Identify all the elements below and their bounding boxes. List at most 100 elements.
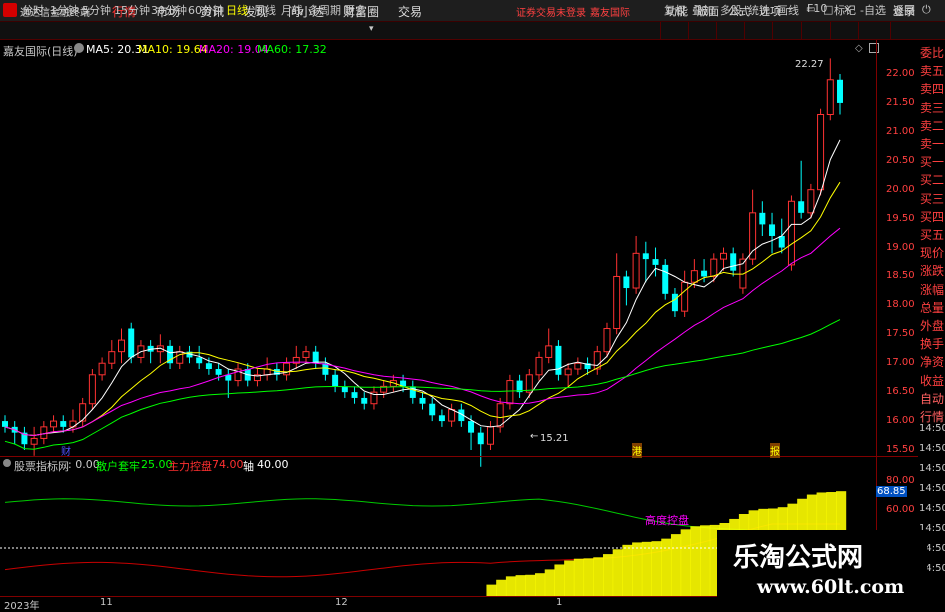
candle-body — [419, 397, 426, 404]
candle-body — [477, 432, 484, 445]
candle-body — [98, 362, 106, 376]
control-bar — [690, 526, 701, 596]
tick-time: 14:50 — [919, 443, 945, 454]
candle-body — [730, 253, 737, 271]
control-bar — [700, 525, 711, 596]
tick-time: 14:50 — [919, 503, 945, 514]
candle-body — [787, 200, 795, 266]
candle-body — [30, 437, 38, 445]
candle-body — [719, 252, 727, 260]
control-bar — [593, 557, 604, 596]
period-30min[interactable]: 30分钟 — [151, 2, 187, 18]
period-15min[interactable]: 15分钟 — [114, 2, 150, 18]
tool-overlay[interactable]: 叠加 — [692, 2, 714, 18]
toolbar-divider — [858, 22, 859, 39]
event-marker-finance[interactable]: 财 — [61, 443, 71, 458]
price-tick: 16.50 — [886, 386, 915, 398]
control-bar — [602, 554, 614, 596]
period-5min[interactable]: 5分钟 — [82, 2, 111, 18]
period-toolbar — [0, 22, 945, 40]
toolbar-divider — [830, 22, 831, 39]
tool-remove-watchlist[interactable]: -自选 — [860, 2, 886, 18]
app-logo-icon — [3, 3, 17, 17]
candle-body — [623, 276, 630, 289]
quote-label: 外盘 — [920, 319, 945, 333]
tool-adjust[interactable]: 复权 — [664, 2, 686, 18]
candle-body — [769, 224, 776, 236]
quote-label: 换手 — [920, 337, 945, 352]
toolbar-divider — [744, 22, 745, 39]
indicator-name: 股票指标网 — [14, 460, 69, 473]
candle-body — [50, 420, 58, 428]
quote-label: 现价 — [920, 246, 945, 261]
quote-label: 涨跌 — [920, 264, 945, 279]
event-marker-report[interactable]: 报 — [770, 443, 780, 458]
high-price-label: 22.27 — [795, 59, 824, 70]
period-weekly[interactable]: 周线 — [254, 2, 276, 18]
control-bar — [505, 576, 517, 596]
price-tick: 17.00 — [886, 357, 915, 369]
toolbar-divider — [772, 22, 773, 39]
quote-label: 收益 — [920, 373, 945, 388]
quote-label: 总量 — [920, 300, 945, 315]
control-bar — [525, 574, 536, 596]
candle-body — [749, 212, 757, 260]
candle-body — [817, 113, 825, 191]
candle-body — [429, 403, 436, 416]
axis-label: 轴 — [243, 460, 254, 473]
arrow-left-icon: ← — [530, 431, 539, 442]
control-bar — [680, 529, 691, 596]
tool-back[interactable]: 返回 — [893, 2, 915, 18]
tool-draw-line[interactable]: 画线 — [777, 2, 799, 18]
price-tick: 20.50 — [886, 154, 915, 166]
quote-label: 净资 — [920, 355, 945, 370]
quote-label: 买一 — [920, 155, 945, 170]
price-tick: 18.50 — [886, 270, 915, 282]
login-notice[interactable]: 证券交易未登录 — [516, 4, 586, 19]
period-multi[interactable]: 多周期 — [308, 2, 341, 18]
candle-body — [837, 79, 843, 103]
tick-time: 14:50 — [919, 463, 945, 474]
menu-trade[interactable]: 交易 — [398, 3, 422, 20]
tool-multi-stock[interactable]: 多股 — [720, 2, 742, 18]
chart-area — [0, 58, 876, 596]
event-marker-hk[interactable]: 港 — [632, 443, 642, 458]
period-1min[interactable]: 1分钟 — [50, 2, 79, 18]
price-tick: 22.00 — [886, 68, 915, 79]
price-tick: 15.50 — [886, 444, 915, 455]
quote-label: 买三 — [920, 191, 945, 206]
indicator-value0: : 0.00 — [68, 458, 100, 471]
tool-statistics[interactable]: 统计 — [748, 2, 770, 18]
date-label: 1 — [556, 597, 563, 608]
price-tick: 16.00 — [886, 415, 915, 427]
candle-body — [448, 409, 456, 422]
candle-body — [176, 351, 184, 364]
indicator-current-value: 68.85 — [876, 486, 907, 497]
price-tick: 21.00 — [886, 125, 915, 137]
control-bar — [486, 584, 497, 596]
candle-body — [545, 345, 553, 358]
control-bar — [622, 544, 633, 596]
date-label: 12 — [335, 597, 348, 608]
indicator-toggle-icon[interactable] — [3, 459, 11, 467]
period-daily[interactable]: 日线 — [226, 2, 248, 18]
toolbar-divider — [660, 22, 661, 39]
quote-label: 买五 — [920, 228, 945, 242]
power-icon[interactable]: ⏻ — [922, 3, 931, 17]
quote-label: 卖五 — [920, 64, 945, 79]
chevron-down-icon[interactable]: ▾ — [369, 24, 374, 34]
tool-mark[interactable]: 标记 — [834, 2, 856, 18]
quote-label[interactable]: 自动 — [920, 390, 944, 407]
period-intraday[interactable]: 分时 — [22, 2, 44, 18]
date-label: 11 — [100, 597, 113, 608]
period-60min[interactable]: 60分钟 — [188, 2, 224, 18]
current-stock-name: 嘉友国际 — [590, 8, 630, 19]
candle-body — [468, 421, 475, 433]
tool-f10[interactable]: F10 — [807, 2, 827, 15]
candle-body — [642, 253, 649, 260]
candle-body — [108, 351, 116, 364]
indicator-tick-60: 60.00 — [886, 504, 915, 515]
period-monthly[interactable]: 月线 — [281, 2, 303, 18]
period-more[interactable]: 更多 — [344, 2, 366, 18]
control-bar — [554, 564, 565, 596]
